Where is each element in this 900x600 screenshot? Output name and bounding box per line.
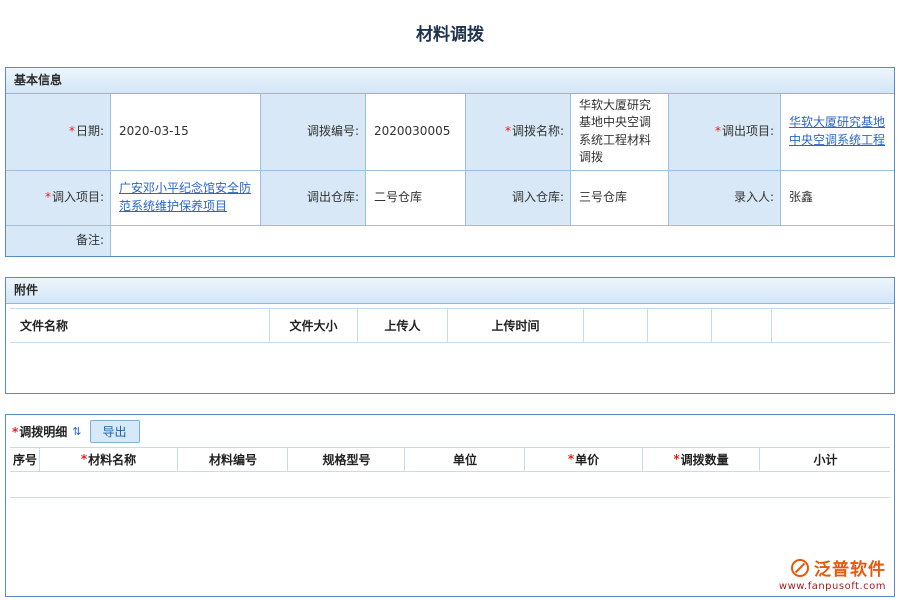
attachments-col-filesize: 文件大小: [270, 309, 358, 343]
remark-label: 备注:: [6, 226, 111, 256]
detail-section-title: *调拨明细: [12, 423, 67, 440]
vendor-brand-row: 泛普软件: [779, 555, 886, 580]
transfer-name-value: 华软大厦研究基地中央空调系统工程材料调拨: [571, 94, 669, 171]
attachments-col-filename: 文件名称: [10, 309, 270, 343]
vendor-url: www.fanpusoft.com: [779, 581, 886, 592]
out-project-label: * 调出项目:: [669, 94, 781, 171]
detail-col-unit-price: *单价: [525, 448, 643, 472]
page: 材料调拨 基本信息 * 日期: 2020-03-15 调拨编号: 2020030…: [0, 0, 900, 600]
in-project-value: 广安邓小平纪念馆安全防范系统维护保养项目: [111, 171, 261, 226]
vendor-watermark: 泛普软件 www.fanpusoft.com: [779, 555, 886, 592]
required-marker: *: [505, 123, 511, 140]
in-project-label: * 调入项目:: [6, 171, 111, 226]
out-project-value: 华软大厦研究基地中央空调系统工程: [781, 94, 894, 171]
required-marker: *: [715, 123, 721, 140]
attachments-empty-body: [10, 343, 890, 389]
out-warehouse-value: 二号仓库: [366, 171, 466, 226]
transfer-no-value: 2020030005: [366, 94, 466, 171]
detail-col-material-code: 材料编号: [178, 448, 288, 472]
basic-info-panel: 基本信息 * 日期: 2020-03-15 调拨编号: 2020030005 *…: [5, 67, 895, 257]
transfer-name-label: * 调拨名称:: [466, 94, 571, 171]
attachments-col-empty-4: [772, 309, 890, 343]
transfer-no-label: 调拨编号:: [261, 94, 366, 171]
out-warehouse-label: 调出仓库:: [261, 171, 366, 226]
export-button[interactable]: 导出: [90, 420, 140, 443]
recorder-value: 张鑫: [781, 171, 894, 226]
compass-icon: [790, 558, 810, 578]
in-project-link[interactable]: 广安邓小平纪念馆安全防范系统维护保养项目: [119, 180, 252, 215]
page-title: 材料调拨: [0, 0, 900, 67]
detail-col-quantity: *调拨数量: [643, 448, 760, 472]
detail-panel: *调拨明细 ⇅ 导出 序号 *材料名称 材料编号 规格型号 单位 *单价: [5, 414, 895, 597]
date-value: 2020-03-15: [111, 94, 261, 171]
attachments-col-uploadtime: 上传时间: [448, 309, 584, 343]
detail-col-unit: 单位: [405, 448, 525, 472]
detail-empty-row: [10, 472, 890, 498]
vendor-brand-text: 泛普软件: [814, 555, 886, 580]
in-warehouse-value: 三号仓库: [571, 171, 669, 226]
out-project-link[interactable]: 华软大厦研究基地中央空调系统工程: [789, 114, 886, 149]
detail-col-material-name: *材料名称: [40, 448, 178, 472]
attachments-header-row: 文件名称 文件大小 上传人 上传时间: [10, 308, 890, 343]
detail-col-index: 序号: [10, 448, 40, 472]
detail-empty-body: [6, 498, 894, 596]
in-warehouse-label: 调入仓库:: [466, 171, 571, 226]
detail-toolbar: *调拨明细 ⇅ 导出: [6, 415, 894, 447]
detail-header-row: 序号 *材料名称 材料编号 规格型号 单位 *单价 *调拨数量 小计: [10, 447, 890, 472]
attachments-panel: 附件 文件名称 文件大小 上传人 上传时间: [5, 277, 895, 394]
date-label: * 日期:: [6, 94, 111, 171]
attachments-col-uploader: 上传人: [358, 309, 448, 343]
attachments-col-empty-3: [712, 309, 772, 343]
recorder-label: 录入人:: [669, 171, 781, 226]
attachments-col-empty-1: [584, 309, 648, 343]
detail-col-subtotal: 小计: [760, 448, 890, 472]
sort-icon[interactable]: ⇅: [72, 425, 81, 438]
required-marker: *: [45, 189, 51, 206]
attachments-table: 文件名称 文件大小 上传人 上传时间: [10, 308, 890, 389]
attachments-section-header: 附件: [6, 278, 894, 304]
required-marker: *: [12, 425, 18, 439]
required-marker: *: [69, 123, 75, 140]
basic-info-grid: * 日期: 2020-03-15 调拨编号: 2020030005 * 调拨名称…: [6, 94, 894, 256]
remark-value: [111, 226, 894, 256]
attachments-col-empty-2: [648, 309, 712, 343]
basic-info-section-header: 基本信息: [6, 68, 894, 94]
detail-col-spec-model: 规格型号: [288, 448, 405, 472]
